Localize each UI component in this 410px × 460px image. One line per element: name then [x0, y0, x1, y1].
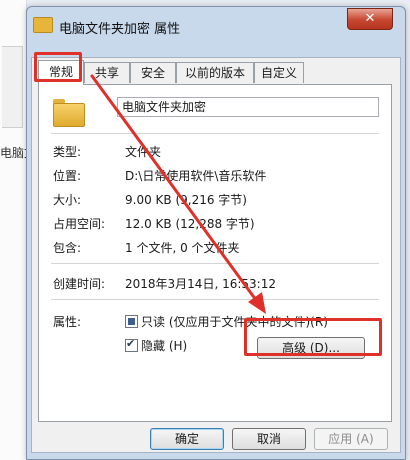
hidden-label[interactable]: 隐藏 (H): [141, 337, 187, 354]
tab-general[interactable]: 常规: [38, 60, 84, 85]
created-label: 创建时间:: [53, 277, 106, 291]
folder-name-input[interactable]: 电脑文件夹加密: [117, 97, 379, 117]
explorer-background: 电脑文件夹加密: [0, 0, 27, 460]
divider: [51, 263, 379, 264]
location-label: 位置:: [53, 169, 82, 183]
tab-previous-versions[interactable]: 以前的版本: [176, 62, 254, 83]
dialog-content: 常规 共享 安全 以前的版本 自定义 电脑文件夹加密 类型: 文件夹 位置: D…: [31, 57, 401, 453]
location-value: D:\日常使用软件\音乐软件: [125, 169, 267, 183]
disk-size-value: 12.0 KB (12,288 字节): [125, 217, 255, 231]
properties-dialog: 电脑文件夹加密 属性 ✕ 常规 共享 安全 以前的版本 自定义 电脑文件夹加密 …: [26, 6, 406, 460]
type-label: 类型:: [53, 145, 82, 159]
tab-sharing[interactable]: 共享: [84, 62, 130, 83]
advanced-button[interactable]: 高级 (D)...: [257, 337, 365, 359]
folder-icon: [53, 99, 85, 127]
file-label[interactable]: 电脑文件夹加密: [0, 144, 26, 161]
readonly-label[interactable]: 只读 (仅应用于文件夹中的文件)(R): [141, 313, 328, 330]
tab-security[interactable]: 安全: [130, 62, 176, 83]
title-bar[interactable]: 电脑文件夹加密 属性 ✕: [27, 7, 405, 47]
contains-label: 包含:: [53, 241, 82, 255]
disk-size-label: 占用空间:: [53, 217, 106, 231]
size-value: 9.00 KB (9,216 字节): [125, 193, 247, 207]
folder-icon: [33, 17, 53, 33]
contains-value: 1 个文件, 0 个文件夹: [125, 241, 240, 255]
general-panel: 电脑文件夹加密 类型: 文件夹 位置: D:\日常使用软件\音乐软件 大小: 9…: [38, 84, 392, 422]
readonly-checkbox[interactable]: [125, 315, 138, 328]
file-icon[interactable]: [2, 46, 23, 128]
apply-button[interactable]: 应用 (A): [314, 428, 388, 450]
dialog-title: 电脑文件夹加密 属性: [59, 22, 181, 37]
cancel-button[interactable]: 取消: [232, 428, 306, 450]
divider: [51, 299, 379, 300]
created-value: 2018年3月14日, 16:53:12: [125, 277, 276, 291]
hidden-checkbox[interactable]: [125, 337, 138, 352]
close-button[interactable]: ✕: [347, 8, 393, 30]
type-value: 文件夹: [125, 145, 162, 159]
tab-customize[interactable]: 自定义: [254, 62, 304, 83]
attributes-label: 属性:: [53, 315, 82, 329]
size-label: 大小:: [53, 193, 82, 207]
divider: [51, 133, 379, 134]
ok-button[interactable]: 确定: [150, 428, 224, 450]
